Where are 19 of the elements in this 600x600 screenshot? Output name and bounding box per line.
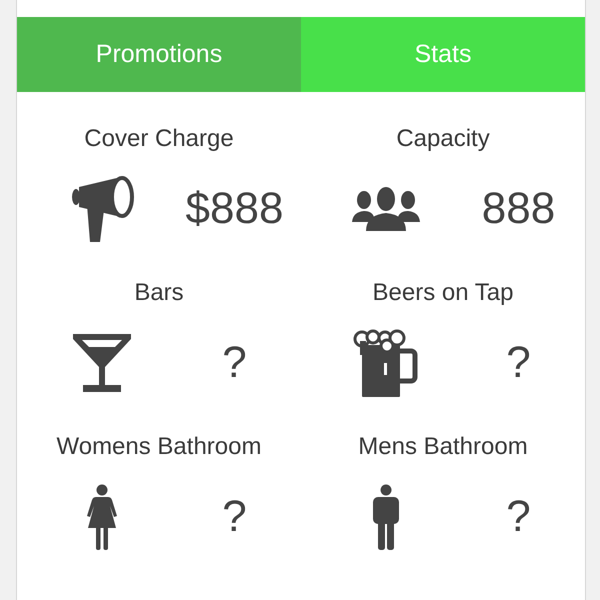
stat-value: ? [506, 492, 531, 542]
stat-value: ? [222, 338, 247, 388]
stat-label: Capacity [396, 124, 490, 154]
tab[interactable]: Promotions [17, 17, 301, 92]
tab[interactable]: Stats [301, 17, 585, 92]
stat-value: 888 [482, 184, 556, 234]
stat-label: Mens Bathroom [358, 432, 528, 462]
stat-value: $888 [186, 184, 284, 234]
people-group-icon [352, 187, 420, 231]
stat-label: Cover Charge [84, 124, 234, 154]
man-figure-icon [372, 484, 398, 550]
woman-figure-icon [86, 484, 116, 550]
stat-value: ? [222, 492, 247, 542]
stat-value: ? [506, 338, 531, 388]
stat-label: Bars [134, 278, 184, 308]
stat-label: Beers on Tap [372, 278, 514, 308]
cocktail-glass-icon [72, 334, 130, 392]
beer-mug-icon [352, 329, 418, 397]
stat-label: Womens Bathroom [56, 432, 262, 462]
